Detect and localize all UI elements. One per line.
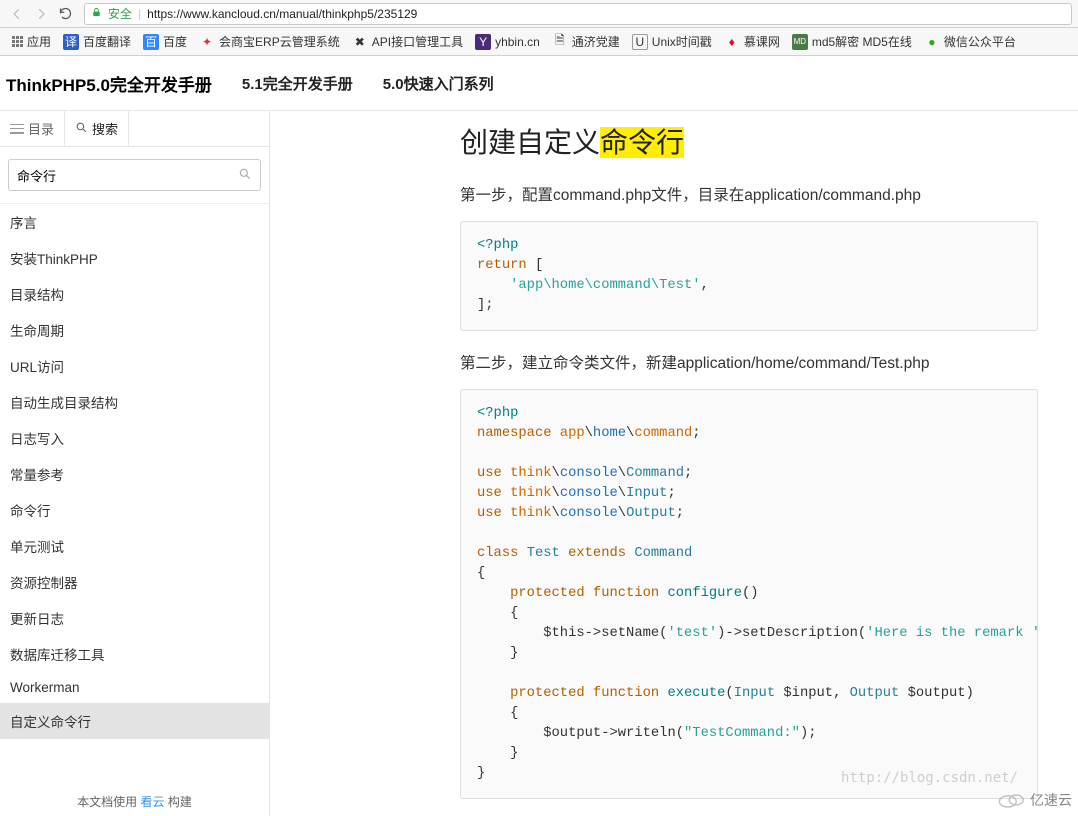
nav-item[interactable]: 目录结构 (0, 276, 269, 312)
title-highlight: 命令行 (600, 127, 684, 158)
bookmark-bar: 应用 译百度翻译 百百度 ✦会商宝ERP云管理系统 ✖API接口管理工具 Yyh… (0, 28, 1078, 56)
lock-icon (91, 7, 102, 21)
apps-icon (12, 36, 23, 47)
nav-item[interactable]: Workerman (0, 672, 269, 703)
step-1-text: 第一步，配置command.php文件，目录在application/comma… (460, 183, 1038, 205)
bookmark-item[interactable]: ♦慕课网 (720, 31, 784, 52)
sidebar-tabs: 目录 搜索 (0, 111, 269, 147)
reload-button[interactable] (54, 3, 76, 25)
bookmark-item[interactable]: 译百度翻译 (59, 31, 135, 52)
page-header: ThinkPHP5.0完全开发手册 5.1完全开发手册 5.0快速入门系列 (0, 56, 1078, 111)
nav-list: 序言安装ThinkPHP目录结构生命周期URL访问自动生成目录结构日志写入常量参… (0, 204, 269, 816)
apps-button[interactable]: 应用 (8, 31, 55, 52)
nav-item[interactable]: 序言 (0, 204, 269, 240)
search-tab[interactable]: 搜索 (65, 111, 129, 146)
nav-item[interactable]: 更新日志 (0, 600, 269, 636)
sidebar-footer: 本文档使用 看云 构建 (0, 787, 269, 816)
search-submit-icon[interactable] (238, 167, 252, 184)
url-bar[interactable]: 安全 | https://www.kancloud.cn/manual/thin… (84, 3, 1072, 25)
nav-item[interactable]: 日志写入 (0, 420, 269, 456)
toc-tab[interactable]: 目录 (0, 111, 65, 146)
nav-item[interactable]: 命令行 (0, 492, 269, 528)
search-box (8, 159, 261, 191)
bookmark-item[interactable]: ✖API接口管理工具 (348, 31, 467, 52)
article-title: 创建自定义命令行 (460, 121, 1038, 161)
nav-item[interactable]: 单元测试 (0, 528, 269, 564)
bookmark-item[interactable]: 百百度 (139, 31, 191, 52)
bookmark-item[interactable]: ✦会商宝ERP云管理系统 (195, 31, 344, 52)
code-block-1: <?php return [ 'app\home\command\Test', … (460, 221, 1038, 331)
nav-item[interactable]: 自动生成目录结构 (0, 384, 269, 420)
bookmark-item[interactable]: ●微信公众平台 (920, 31, 1020, 52)
article-content: 创建自定义命令行 第一步，配置command.php文件，目录在applicat… (270, 111, 1078, 816)
nav-item[interactable]: 生命周期 (0, 312, 269, 348)
nav-item[interactable]: 自定义命令行 (0, 703, 269, 739)
bookmark-item[interactable]: Yyhbin.cn (471, 32, 544, 52)
header-link[interactable]: 5.1完全开发手册 (242, 73, 353, 94)
nav-item[interactable]: 常量参考 (0, 456, 269, 492)
sidebar: 目录 搜索 序言安装ThinkPHP目录结构生命周期URL访问自动生成目录结构日… (0, 111, 270, 816)
forward-button[interactable] (30, 3, 52, 25)
menu-icon (10, 124, 24, 134)
browser-nav-bar: 安全 | https://www.kancloud.cn/manual/thin… (0, 0, 1078, 28)
nav-item[interactable]: URL访问 (0, 348, 269, 384)
bookmark-item[interactable]: 🗎通济党建 (548, 31, 624, 52)
bookmark-item[interactable]: UUnix时间戳 (628, 31, 716, 52)
secure-label: 安全 (108, 5, 132, 22)
search-icon (75, 121, 88, 137)
bookmark-item[interactable]: MDmd5解密 MD5在线 (788, 31, 916, 52)
code-block-2: <?php namespace app\home\command; use th… (460, 389, 1038, 799)
search-input[interactable] (17, 168, 238, 183)
site-title[interactable]: ThinkPHP5.0完全开发手册 (6, 71, 212, 96)
kancloud-link[interactable]: 看云 (140, 795, 164, 809)
header-link[interactable]: 5.0快速入门系列 (383, 73, 494, 94)
nav-item[interactable]: 资源控制器 (0, 564, 269, 600)
url-text: https://www.kancloud.cn/manual/thinkphp5… (147, 7, 417, 21)
step-2-text: 第二步，建立命令类文件，新建application/home/command/T… (460, 351, 1038, 373)
nav-item[interactable]: 安装ThinkPHP (0, 240, 269, 276)
back-button[interactable] (6, 3, 28, 25)
nav-item[interactable]: 数据库迁移工具 (0, 636, 269, 672)
